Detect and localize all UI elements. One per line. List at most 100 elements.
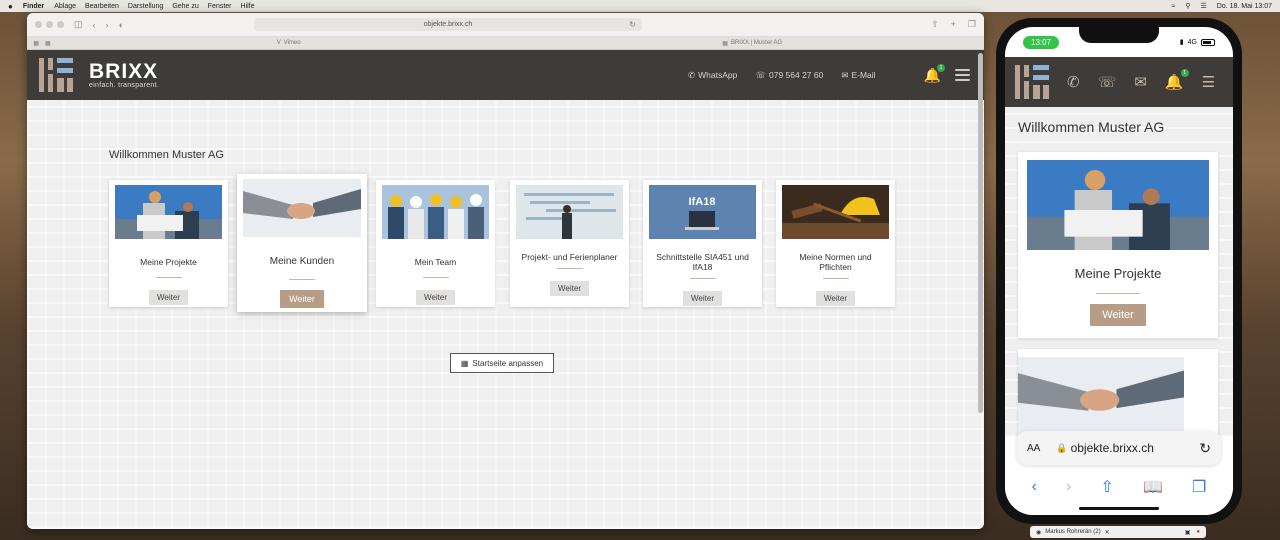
vertical-scrollbar[interactable] <box>978 53 983 413</box>
menu-datetime[interactable]: Do. 18. Mai 13:07 <box>1217 3 1272 10</box>
weiter-button[interactable]: Weiter <box>416 290 455 305</box>
whatsapp-icon: ✆ <box>688 69 696 80</box>
close-icon[interactable]: ✕ <box>1105 529 1110 536</box>
macos-menu-bar: ● Finder Ablage Bearbeiten Darstellung G… <box>0 0 1280 12</box>
card-separator <box>1096 293 1140 294</box>
card-projekt-ferienplaner[interactable]: Projekt- und Ferienplaner Weiter <box>510 180 629 307</box>
phone-time: 13:07 <box>1023 35 1060 49</box>
tab-vimeo-label: Vimeo <box>283 40 301 46</box>
tab-vimeo[interactable]: V Vimeo <box>57 37 521 49</box>
mobile-card-meine-projekte[interactable]: Meine Projekte Weiter <box>1018 152 1218 338</box>
tab-brixx-label: BRIXX | Muster AG <box>730 40 783 46</box>
menu-item-bearbeiten[interactable]: Bearbeiten <box>85 3 119 10</box>
card-separator <box>422 277 449 278</box>
notification-bell-icon[interactable]: 🔔 1 <box>924 63 945 84</box>
email-link[interactable]: ✉ E-Mail <box>841 70 875 81</box>
brixx-logo-icon[interactable] <box>39 58 73 92</box>
forward-icon[interactable]: › <box>106 20 109 30</box>
weiter-button[interactable]: Weiter <box>816 291 855 306</box>
phone-mockup: 13:07 ▮ 4G ✆ ☏ ✉ 🔔 1 ☰ Willkommen Muster… <box>996 18 1242 524</box>
back-icon[interactable]: ‹ <box>1032 478 1037 496</box>
vimeo-icon: V <box>276 40 281 46</box>
whatsapp-label: WhatsApp <box>698 70 738 80</box>
card-meine-kunden[interactable]: Meine Kunden Weiter <box>237 174 367 312</box>
brand-tagline: einfach. transparent. <box>89 81 160 89</box>
shield-icon[interactable]: ◐ <box>119 20 124 30</box>
home-indicator <box>1079 507 1159 510</box>
control-center-icon[interactable]: ☰ <box>1200 2 1206 10</box>
card-image-projects <box>115 185 222 239</box>
tab-overview-icon[interactable]: ❐ <box>968 19 976 30</box>
customize-startpage-button[interactable]: ▦ Startseite anpassen <box>450 353 554 373</box>
phone-icon[interactable]: ☏ <box>1098 73 1117 91</box>
whatsapp-icon[interactable]: ✆ <box>1067 73 1080 91</box>
apple-icon[interactable]: ● <box>8 2 13 11</box>
toolbar-actions: ⇧ + ❐ <box>931 19 976 30</box>
battery-icon <box>1201 38 1215 46</box>
mobile-card-meine-kunden[interactable] <box>1018 349 1218 439</box>
menu-item-darstellung[interactable]: Darstellung <box>128 3 163 10</box>
floating-call-bar[interactable]: ◉ Markus Rohrerän (2) ✕ ▣ ● <box>1030 526 1206 538</box>
weiter-button[interactable]: Weiter <box>280 290 324 308</box>
camera-icon[interactable]: ▣ <box>1185 529 1191 536</box>
menu-item-gehe-zu[interactable]: Gehe zu <box>172 3 198 10</box>
brixx-tab-icon: ▦ <box>722 40 728 47</box>
card-meine-projekte[interactable]: Meine Projekte Weiter <box>109 180 228 307</box>
card-image-handshake <box>1018 357 1184 435</box>
menu-app-name[interactable]: Finder <box>23 3 44 10</box>
pinned-tabs[interactable]: ▦ ▦ <box>27 37 57 49</box>
card-image-ifa18: IfA18 <box>649 185 756 239</box>
card-schnittstelle[interactable]: IfA18 Schnittstelle SIA451 und IfA18 Wei… <box>643 180 762 307</box>
phone-link[interactable]: ☏ 079 564 27 60 <box>755 70 823 81</box>
phone-notch <box>1079 27 1159 43</box>
text-size-button[interactable]: AA <box>1027 443 1040 454</box>
email-icon[interactable]: ✉ <box>1134 73 1147 91</box>
grid-icon-2[interactable]: ▦ <box>45 40 51 47</box>
menu-item-ablage[interactable]: Ablage <box>54 3 76 10</box>
grid-icon[interactable]: ▦ <box>33 40 39 47</box>
menu-item-hilfe[interactable]: Hilfe <box>241 3 255 10</box>
window-controls <box>35 21 64 28</box>
menu-item-fenster[interactable]: Fenster <box>208 3 232 10</box>
share-icon[interactable]: ⇧ <box>931 19 939 30</box>
mobile-site-header: ✆ ☏ ✉ 🔔 1 ☰ <box>1005 57 1233 107</box>
card-title: Mein Team <box>414 257 457 267</box>
forward-icon[interactable]: › <box>1066 478 1071 496</box>
mobile-card-title: Meine Projekte <box>1074 266 1162 281</box>
tabs-icon[interactable]: ❐ <box>1192 477 1206 497</box>
tab-bar: ▦ ▦ V Vimeo ▦ BRIXX | Muster AG <box>27 37 984 50</box>
stop-icon[interactable]: ● <box>1196 529 1200 536</box>
brand-block[interactable]: BRIXX einfach. transparent. <box>89 61 160 89</box>
brixx-logo-icon[interactable] <box>1015 65 1049 99</box>
mobile-weiter-button[interactable]: Weiter <box>1090 304 1146 326</box>
reload-icon[interactable]: ↻ <box>1199 440 1211 457</box>
zoom-window-button[interactable] <box>57 21 64 28</box>
weiter-button[interactable]: Weiter <box>149 290 188 305</box>
bookmarks-icon[interactable]: 📖 <box>1143 477 1163 497</box>
minimize-window-button[interactable] <box>46 21 53 28</box>
hamburger-menu-icon[interactable]: ☰ <box>1202 73 1215 91</box>
ifa18-image-text: IfA18 <box>689 196 716 208</box>
back-icon[interactable]: ‹ <box>93 20 96 30</box>
wifi-icon[interactable]: ≈ <box>1171 3 1175 10</box>
search-icon[interactable]: ⚲ <box>1185 2 1190 10</box>
new-tab-icon[interactable]: + <box>951 19 956 30</box>
menu-status-area: ≈ ⚲ ☰ Do. 18. Mai 13:07 <box>1171 2 1272 11</box>
customize-startpage-label: Startseite anpassen <box>472 358 544 368</box>
phone-network: 4G <box>1187 38 1197 46</box>
reload-icon[interactable]: ↻ <box>629 20 636 29</box>
notification-bell-icon[interactable]: 🔔 1 <box>1165 69 1189 91</box>
whatsapp-link[interactable]: ✆ WhatsApp <box>688 70 737 81</box>
mobile-address-bar[interactable]: AA 🔒 objekte.brixx.ch ↻ <box>1017 431 1221 465</box>
card-normen-pflichten[interactable]: Meine Normen und Pflichten Weiter <box>776 180 895 307</box>
card-mein-team[interactable]: Mein Team Weiter <box>376 180 495 307</box>
weiter-button[interactable]: Weiter <box>683 291 722 306</box>
close-window-button[interactable] <box>35 21 42 28</box>
weiter-button[interactable]: Weiter <box>550 281 589 296</box>
sidebar-icon[interactable]: ◫ <box>74 19 83 30</box>
tab-brixx[interactable]: ▦ BRIXX | Muster AG <box>521 37 985 49</box>
mobile-welcome-heading: Willkommen Muster AG <box>1018 119 1165 135</box>
address-bar[interactable]: objekte.brixx.ch ↻ <box>253 18 642 31</box>
hamburger-menu-icon[interactable] <box>955 69 970 81</box>
share-icon[interactable]: ⇧ <box>1100 477 1113 497</box>
